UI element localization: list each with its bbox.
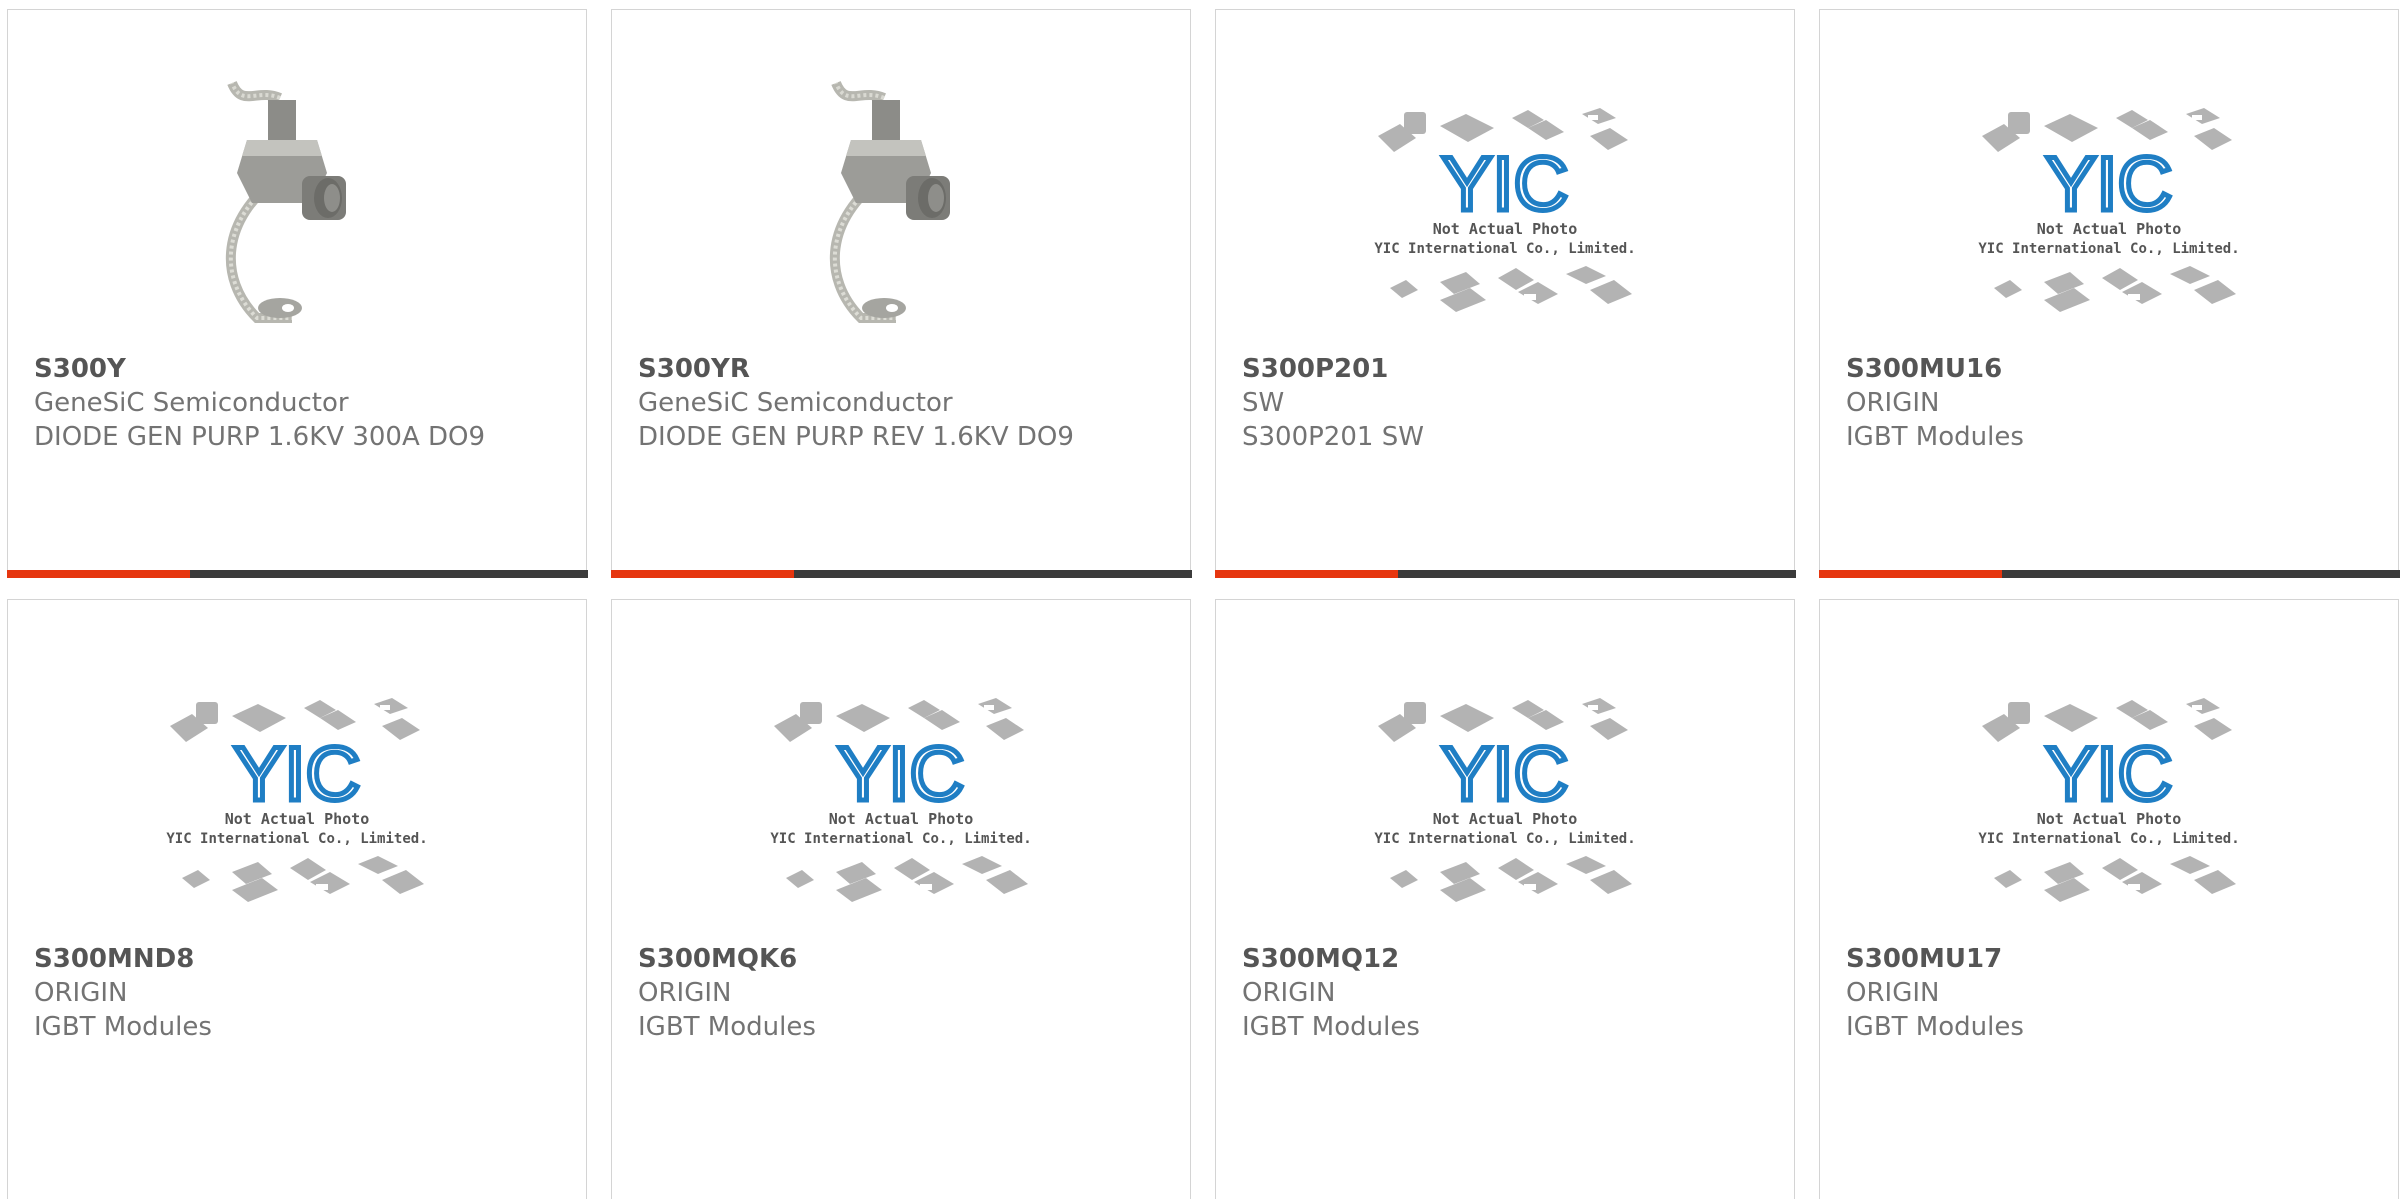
- not-actual-photo-placeholder-icon: YIC Not Actual Photo YIC International C…: [1374, 108, 1636, 312]
- product-image[interactable]: YIC Not Actual Photo YIC International C…: [162, 668, 432, 938]
- card-accent: [610, 570, 794, 578]
- part-number[interactable]: S300MQK6: [638, 942, 1170, 976]
- product-info: S300MQK6 ORIGIN IGBT Modules: [638, 942, 1170, 1044]
- not-actual-photo-placeholder-icon: YIC Not Actual Photo YIC International C…: [1978, 108, 2240, 312]
- brand: SW: [1242, 388, 1285, 418]
- placeholder-line1: Not Actual Photo: [2037, 220, 2182, 238]
- part-number[interactable]: S300P201: [1242, 352, 1774, 386]
- placeholder-line2: YIC International Co., Limited.: [770, 831, 1031, 847]
- card-bottom-bar: [1818, 570, 2400, 578]
- product-image[interactable]: YIC Not Actual Photo YIC International C…: [1370, 78, 1640, 348]
- placeholder-line1: Not Actual Photo: [1433, 220, 1578, 238]
- yic-logo: YIC: [1442, 732, 1569, 817]
- part-number[interactable]: S300Y: [34, 352, 566, 386]
- description: S300P201 SW: [1242, 422, 1424, 452]
- yic-logo: YIC: [2046, 142, 2173, 227]
- description: IGBT Modules: [1242, 1012, 1420, 1042]
- product-image[interactable]: YIC Not Actual Photo YIC International C…: [1974, 668, 2244, 938]
- diode-photo-icon: [766, 78, 1036, 348]
- part-number[interactable]: S300MU16: [1846, 352, 2378, 386]
- not-actual-photo-placeholder-icon: YIC Not Actual Photo YIC International C…: [1978, 698, 2240, 902]
- brand: ORIGIN: [1846, 978, 1940, 1008]
- description: DIODE GEN PURP REV 1.6KV DO9: [638, 422, 1074, 452]
- card-accent: [6, 570, 190, 578]
- brand: ORIGIN: [638, 978, 732, 1008]
- brand: GeneSiC Semiconductor: [34, 388, 349, 418]
- description: IGBT Modules: [1846, 422, 2024, 452]
- product-card[interactable]: YIC Not Actual Photo YIC International C…: [1819, 599, 2399, 1199]
- product-info: S300YR GeneSiC Semiconductor DIODE GEN P…: [638, 352, 1170, 454]
- part-number[interactable]: S300MND8: [34, 942, 566, 976]
- product-info: S300MND8 ORIGIN IGBT Modules: [34, 942, 566, 1044]
- card-accent: [1818, 570, 2002, 578]
- placeholder-line1: Not Actual Photo: [829, 810, 974, 828]
- brand: ORIGIN: [34, 978, 128, 1008]
- brand: ORIGIN: [1242, 978, 1336, 1008]
- placeholder-line1: Not Actual Photo: [1433, 810, 1578, 828]
- product-info: S300Y GeneSiC Semiconductor DIODE GEN PU…: [34, 352, 566, 454]
- product-card[interactable]: YIC Not Actual Photo YIC International C…: [1214, 9, 1796, 578]
- placeholder-line2: YIC International Co., Limited.: [166, 831, 427, 847]
- product-image[interactable]: [766, 78, 1036, 348]
- product-grid: S300Y GeneSiC Semiconductor DIODE GEN PU…: [0, 0, 2400, 1199]
- description: IGBT Modules: [1846, 1012, 2024, 1042]
- card-bottom-bar: [6, 570, 588, 578]
- placeholder-line2: YIC International Co., Limited.: [1374, 241, 1635, 257]
- description: DIODE GEN PURP 1.6KV 300A DO9: [34, 422, 486, 452]
- not-actual-photo-placeholder-icon: YIC Not Actual Photo YIC International C…: [1374, 698, 1636, 902]
- part-number[interactable]: S300MU17: [1846, 942, 2378, 976]
- card-bottom-bar: [610, 570, 1192, 578]
- placeholder-line2: YIC International Co., Limited.: [1978, 831, 2239, 847]
- description: IGBT Modules: [638, 1012, 816, 1042]
- not-actual-photo-placeholder-icon: YIC Not Actual Photo YIC International C…: [166, 698, 428, 902]
- product-card[interactable]: YIC Not Actual Photo YIC International C…: [7, 599, 587, 1199]
- product-info: S300MU17 ORIGIN IGBT Modules: [1846, 942, 2378, 1044]
- yic-logo: YIC: [234, 732, 361, 817]
- part-number[interactable]: S300YR: [638, 352, 1170, 386]
- product-card[interactable]: YIC Not Actual Photo YIC International C…: [1215, 599, 1795, 1199]
- card-accent: [1214, 570, 1398, 578]
- placeholder-line2: YIC International Co., Limited.: [1374, 831, 1635, 847]
- yic-logo: YIC: [2046, 732, 2173, 817]
- diode-photo-icon: [162, 78, 432, 348]
- product-card[interactable]: YIC Not Actual Photo YIC International C…: [611, 599, 1191, 1199]
- product-info: S300MQ12 ORIGIN IGBT Modules: [1242, 942, 1774, 1044]
- card-bottom-bar: [1214, 570, 1796, 578]
- product-card[interactable]: S300Y GeneSiC Semiconductor DIODE GEN PU…: [6, 9, 588, 578]
- product-image[interactable]: YIC Not Actual Photo YIC International C…: [766, 668, 1036, 938]
- not-actual-photo-placeholder-icon: YIC Not Actual Photo YIC International C…: [770, 698, 1032, 902]
- description: IGBT Modules: [34, 1012, 212, 1042]
- yic-logo: YIC: [838, 732, 965, 817]
- product-image[interactable]: [162, 78, 432, 348]
- brand: ORIGIN: [1846, 388, 1940, 418]
- part-number[interactable]: S300MQ12: [1242, 942, 1774, 976]
- product-info: S300P201 SW S300P201 SW: [1242, 352, 1774, 454]
- placeholder-line1: Not Actual Photo: [225, 810, 370, 828]
- product-card[interactable]: S300YR GeneSiC Semiconductor DIODE GEN P…: [610, 9, 1192, 578]
- placeholder-line1: Not Actual Photo: [2037, 810, 2182, 828]
- product-image[interactable]: YIC Not Actual Photo YIC International C…: [1370, 668, 1640, 938]
- brand: GeneSiC Semiconductor: [638, 388, 953, 418]
- placeholder-line2: YIC International Co., Limited.: [1978, 241, 2239, 257]
- product-info: S300MU16 ORIGIN IGBT Modules: [1846, 352, 2378, 454]
- product-image[interactable]: YIC Not Actual Photo YIC International C…: [1974, 78, 2244, 348]
- yic-logo: YIC: [1442, 142, 1569, 227]
- product-card[interactable]: YIC Not Actual Photo YIC International C…: [1818, 9, 2400, 578]
